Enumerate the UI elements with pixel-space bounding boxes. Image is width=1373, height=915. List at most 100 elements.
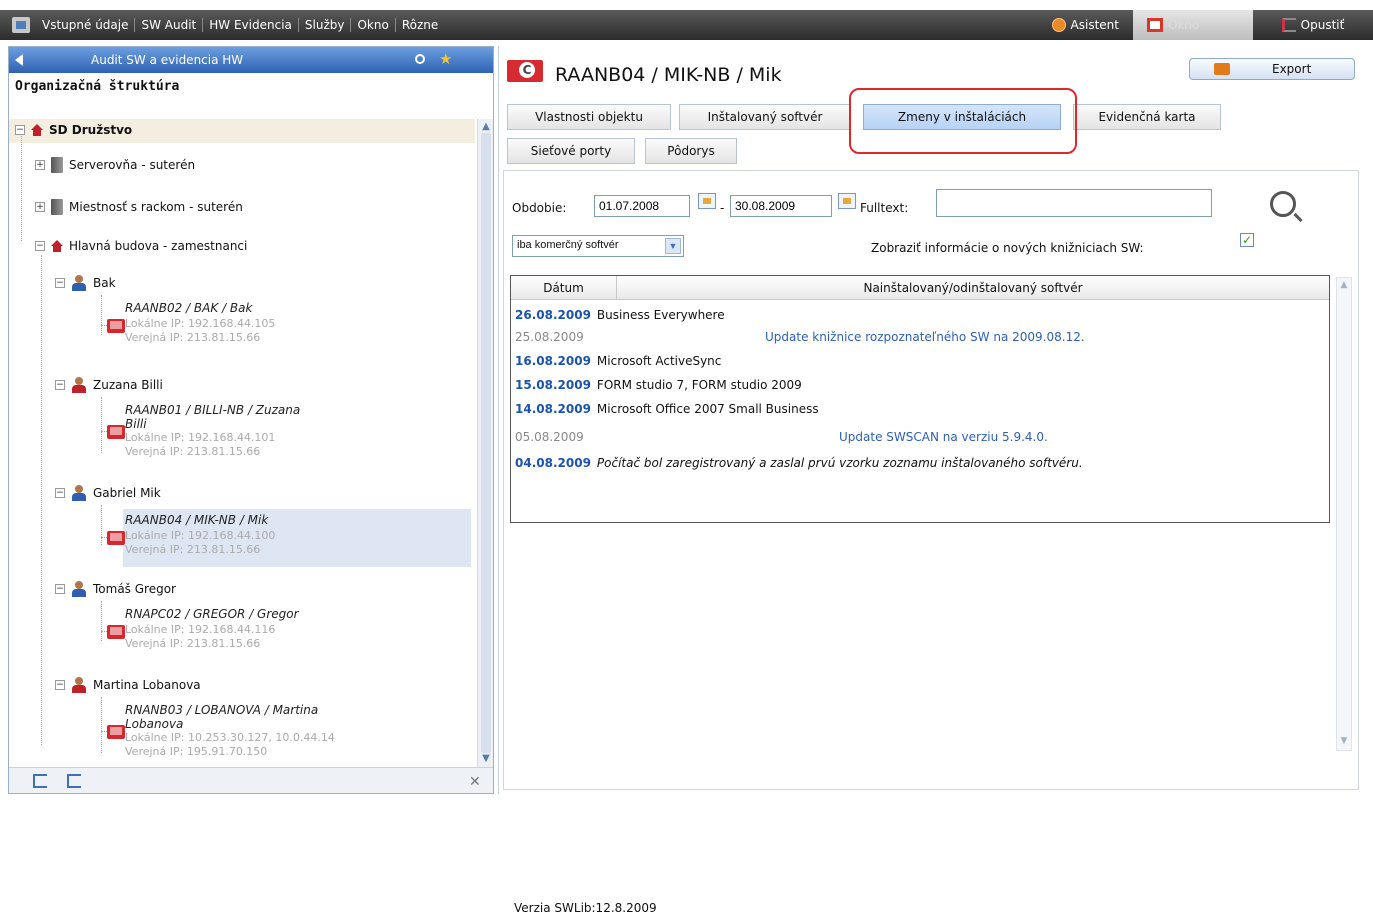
table-row[interactable]: 14.08.2009 Microsoft Office 2007 Small Bu… — [515, 402, 819, 416]
tree-node-hlavna-budova[interactable]: − Hlavná budova - zamestnanci — [35, 239, 247, 253]
asistent-label: Asistent — [1070, 18, 1119, 32]
scroll-up-icon[interactable]: ▲ — [480, 121, 492, 133]
menu-okno[interactable]: Okno — [351, 18, 396, 32]
row-date: 15.08.2009 — [515, 378, 591, 392]
tree-node-person[interactable]: − Bak — [55, 275, 116, 291]
collapse-icon[interactable]: − — [55, 380, 65, 390]
expand-icon[interactable]: + — [35, 160, 45, 170]
public-ip: Verejná IP: 213.81.15.66 — [125, 331, 261, 344]
tab-vlastnosti-objektu[interactable]: Vlastnosti objektu — [507, 104, 671, 130]
export-label: Export — [1272, 62, 1312, 76]
column-header-date[interactable]: Dátum — [511, 276, 617, 300]
tree-node-serverovna[interactable]: + Serverovňa - suterén — [35, 157, 195, 173]
search-icon[interactable] — [415, 54, 425, 64]
table-row[interactable]: 25.08.2009 Update knižnice rozpoznateľnéh… — [515, 330, 1085, 344]
tree-line — [41, 255, 42, 745]
tree-network-icon[interactable] — [67, 774, 81, 788]
person-name: Bak — [93, 276, 116, 290]
asistent-button[interactable]: Asistent — [1038, 10, 1133, 40]
okno-button[interactable]: Okno — [1133, 10, 1253, 40]
tree-node-person[interactable]: − Zuzana Billi — [55, 377, 163, 393]
content-scrollbar[interactable]: ▲ ▼ — [1336, 277, 1352, 751]
row-date: 05.08.2009 — [515, 430, 584, 444]
date-from-input[interactable] — [594, 195, 690, 217]
row-date: 04.08.2009 — [515, 456, 591, 470]
table-row[interactable]: 04.08.2009 Počítač bol zaregistrovaný a z… — [515, 456, 1083, 470]
show-library-info-checkbox[interactable]: ✓ — [1240, 233, 1254, 247]
row-text: Microsoft ActiveSync — [596, 354, 722, 368]
table-row[interactable]: 26.08.2009 Business Everywhere — [515, 308, 725, 322]
computer-icon — [107, 531, 125, 545]
fulltext-input[interactable] — [936, 189, 1212, 217]
person-name: Martina Lobanova — [93, 678, 201, 692]
column-header-software[interactable]: Nainštalovaný/odinštalovaný softvér — [617, 276, 1329, 300]
tab-evidencna-karta[interactable]: Evidenčná karta — [1073, 104, 1221, 130]
tree-view-icon[interactable] — [33, 774, 47, 788]
menu-rozne[interactable]: Rôzne — [396, 18, 444, 32]
group-label: Serverovňa - suterén — [69, 158, 196, 172]
date-to-input[interactable] — [730, 195, 832, 217]
search-icon[interactable] — [1270, 191, 1296, 217]
computer-icon — [107, 625, 125, 639]
calendar-icon[interactable] — [838, 193, 856, 209]
collapse-icon[interactable]: − — [55, 278, 65, 288]
local-ip: Lokálne IP: 192.168.44.116 — [125, 623, 276, 636]
scroll-down-icon[interactable]: ▼ — [480, 753, 492, 765]
tree-scrollbar[interactable]: ▲ ▼ — [477, 119, 493, 767]
pc-name-cont: Lobanova — [125, 717, 184, 731]
collapse-icon[interactable]: − — [55, 584, 65, 594]
local-ip: Lokálne IP: 192.168.44.105 — [125, 317, 276, 330]
tree-node-miestnost[interactable]: + Miestnosť s rackom - suterén — [35, 199, 243, 215]
calendar-icon[interactable] — [698, 193, 716, 209]
collapse-icon[interactable]: − — [35, 241, 45, 251]
scroll-down-icon[interactable]: ▼ — [1338, 736, 1350, 748]
export-button[interactable]: Export — [1189, 58, 1355, 80]
menu-sluzby[interactable]: Služby — [299, 18, 352, 32]
tab-instalovany-softver[interactable]: Inštalovaný softvér — [679, 104, 851, 130]
table-row[interactable]: 15.08.2009 FORM studio 7, FORM studio 200… — [515, 378, 802, 392]
menu-vstupne-udaje[interactable]: Vstupné údaje — [36, 18, 136, 32]
back-arrow-icon[interactable] — [15, 54, 23, 66]
tree-node-person[interactable]: − Gabriel Mik — [55, 485, 161, 501]
tree-node-person[interactable]: − Martina Lobanova — [55, 677, 201, 693]
org-tree: − SD Družstvo + Serverovňa - suterén + M… — [9, 119, 475, 767]
collapse-icon[interactable]: − — [55, 488, 65, 498]
select-value: iba komerčný softvér — [517, 239, 619, 251]
date-dash: - — [720, 201, 725, 215]
expand-icon[interactable]: + — [35, 202, 45, 212]
tree-line — [21, 131, 22, 241]
menu-sw-audit[interactable]: SW Audit — [135, 18, 204, 32]
tab-sietove-porty[interactable]: Sieťové porty — [507, 138, 635, 164]
pc-name: RNANB03 / LOBANOVA / Martina — [125, 703, 319, 717]
favorite-star-icon[interactable]: ★ — [439, 50, 452, 68]
table-row[interactable]: 16.08.2009 Microsoft ActiveSync — [515, 354, 721, 368]
tab-highlight-annotation — [849, 88, 1077, 154]
table-row[interactable]: 05.08.2009 Update SWSCAN na verziu 5.9.4.… — [515, 430, 1048, 444]
public-ip: Verejná IP: 195.91.70.150 — [125, 745, 268, 758]
house-icon — [31, 124, 43, 136]
collapse-icon[interactable]: − — [55, 680, 65, 690]
pc-name: RAANB01 / BILLI-NB / Zuzana — [125, 403, 301, 417]
tab-podorys[interactable]: Pôdorys — [645, 138, 737, 164]
menu-hw-evidencia[interactable]: HW Evidencia — [203, 18, 299, 32]
pc-name-cont: Billi — [125, 417, 147, 431]
tree-node-person[interactable]: − Tomáš Gregor — [55, 581, 176, 597]
collapse-icon[interactable]: − — [15, 125, 25, 135]
opustit-button[interactable]: Opustiť — [1253, 10, 1373, 40]
computer-icon — [107, 725, 125, 739]
window-icon — [1147, 18, 1163, 32]
user-icon — [71, 275, 87, 291]
pc-name: RAANB04 / MIK-NB / Mik — [125, 513, 269, 527]
tree-line — [101, 397, 102, 453]
scrollbar-thumb[interactable] — [481, 133, 491, 753]
user-icon — [71, 485, 87, 501]
tree-node-org[interactable]: − SD Družstvo — [15, 123, 132, 137]
chevron-down-icon[interactable]: ▼ — [665, 238, 681, 254]
tools-icon[interactable]: ✕ — [469, 774, 481, 790]
scroll-up-icon[interactable]: ▲ — [1338, 280, 1350, 292]
row-text: Business Everywhere — [596, 308, 725, 322]
row-date: 16.08.2009 — [515, 354, 591, 368]
software-filter-select[interactable]: iba komerčný softvér ▼ — [512, 235, 684, 257]
left-panel-header: Audit SW a evidencia HW ★ — [9, 47, 493, 73]
row-text: Počítač bol zaregistrovaný a zaslal prvú… — [596, 456, 1083, 470]
